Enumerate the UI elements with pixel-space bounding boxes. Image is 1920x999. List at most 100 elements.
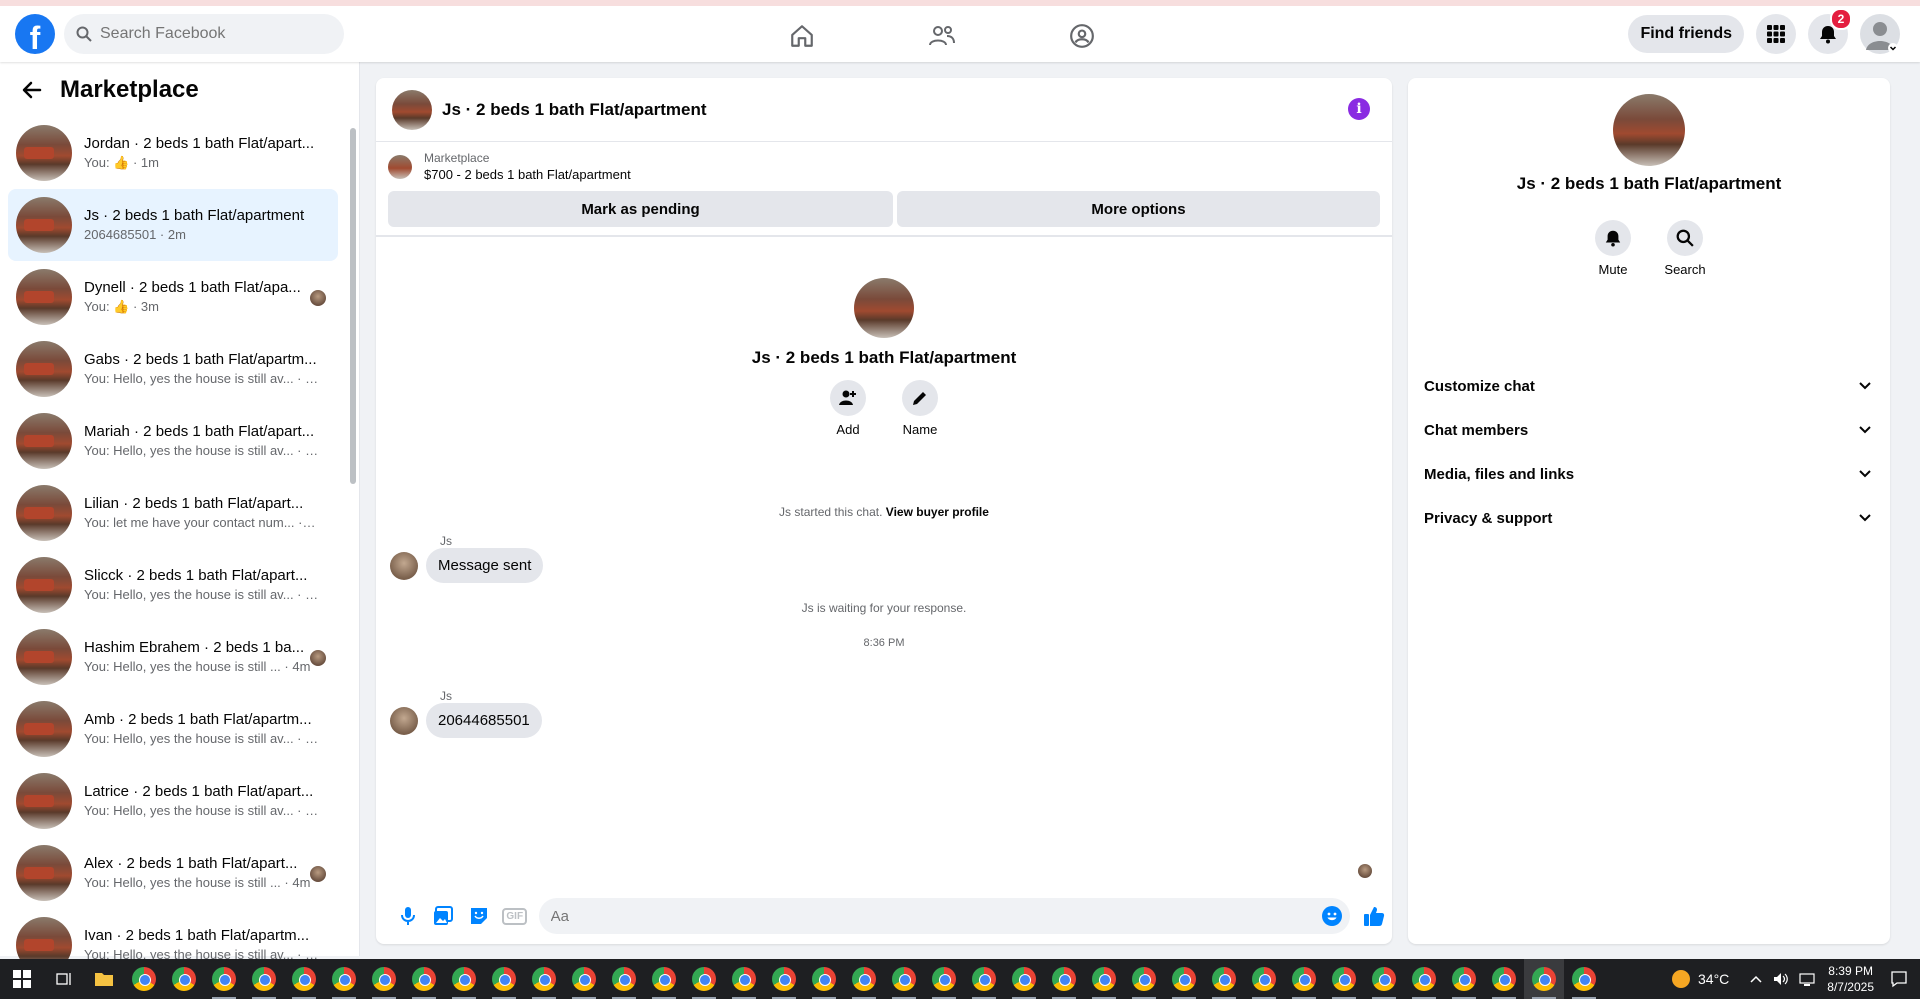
chevron-up-icon[interactable] (1749, 972, 1763, 986)
add-people-button[interactable]: Add (830, 380, 866, 437)
conversation-item[interactable]: Slicck · 2 beds 1 bath Flat/apart... You:… (8, 549, 338, 621)
conversation-name: Amb · 2 beds 1 bath Flat/apartm... (84, 711, 312, 728)
chrome-icon[interactable] (164, 959, 204, 999)
conversation-item[interactable]: Lilian · 2 beds 1 bath Flat/apart... You:… (8, 477, 338, 549)
taskbar-clock[interactable]: 8:39 PM 8/7/2025 (1827, 963, 1874, 995)
chrome-icon[interactable] (964, 959, 1004, 999)
back-arrow-icon[interactable] (20, 78, 44, 102)
chrome-icon[interactable] (244, 959, 284, 999)
conversation-item[interactable]: Alex · 2 beds 1 bath Flat/apart... You: H… (8, 837, 338, 909)
chat-header-thumbnail[interactable] (392, 89, 432, 130)
conversation-item[interactable]: Hashim Ebrahem · 2 beds 1 ba... You: Hell… (8, 621, 338, 693)
search-input[interactable] (100, 25, 320, 43)
chrome-icon[interactable] (484, 959, 524, 999)
emoji-icon[interactable] (1322, 906, 1343, 926)
chrome-icon[interactable] (1364, 959, 1404, 999)
more-options-button[interactable]: More options (896, 191, 1380, 227)
chrome-icon[interactable] (1324, 959, 1364, 999)
chrome-icon[interactable] (1164, 959, 1204, 999)
thumbs-up-icon[interactable] (1356, 898, 1392, 934)
windows-start-icon[interactable] (0, 959, 44, 999)
task-view-icon[interactable] (44, 959, 84, 999)
sender-avatar[interactable] (390, 706, 418, 735)
listing-summary[interactable]: Marketplace $700 - 2 beds 1 bath Flat/ap… (388, 150, 1380, 183)
customize-chat-item[interactable]: Customize chat (1416, 364, 1882, 408)
menu-button[interactable] (1756, 14, 1796, 54)
privacy-support-item[interactable]: Privacy & support (1416, 496, 1882, 540)
chrome-icon[interactable] (324, 959, 364, 999)
friends-icon[interactable] (920, 14, 964, 58)
chrome-icon[interactable] (844, 959, 884, 999)
chrome-icon[interactable] (1524, 959, 1564, 999)
mark-pending-button[interactable]: Mark as pending (388, 191, 893, 227)
chrome-icon[interactable] (1004, 959, 1044, 999)
conversation-item[interactable]: Amb · 2 beds 1 bath Flat/apartm... You: H… (8, 693, 338, 765)
chrome-icon[interactable] (1124, 959, 1164, 999)
conversation-item[interactable]: Js · 2 beds 1 bath Flat/apartment 2064685… (8, 189, 338, 261)
add-person-icon (839, 390, 856, 405)
chrome-icon[interactable] (804, 959, 844, 999)
facebook-logo[interactable]: f (15, 14, 55, 54)
chrome-icon[interactable] (1084, 959, 1124, 999)
info-icon[interactable]: i (1348, 98, 1370, 120)
chrome-icon[interactable] (124, 959, 164, 999)
gif-icon[interactable]: GIF (497, 898, 533, 934)
conversation-item[interactable]: Gabs · 2 beds 1 bath Flat/apartm... You: … (8, 333, 338, 405)
find-friends-button[interactable]: Find friends (1628, 15, 1744, 53)
message-input[interactable] (550, 907, 1311, 925)
sidebar-scrollbar[interactable] (348, 114, 358, 954)
chrome-icon[interactable] (204, 959, 244, 999)
chrome-icon[interactable] (284, 959, 324, 999)
conversation-item[interactable]: Mariah · 2 beds 1 bath Flat/apart... You:… (8, 405, 338, 477)
chrome-icon[interactable] (404, 959, 444, 999)
page-scrollbar[interactable] (1906, 62, 1920, 956)
microphone-icon[interactable] (390, 898, 426, 934)
media-files-links-item[interactable]: Media, files and links (1416, 452, 1882, 496)
sticker-icon[interactable] (461, 898, 497, 934)
chrome-icon[interactable] (884, 959, 924, 999)
photo-icon[interactable] (426, 898, 462, 934)
chat-title[interactable]: Js · 2 beds 1 bath Flat/apartment (442, 100, 707, 120)
chrome-icon[interactable] (724, 959, 764, 999)
chrome-icon[interactable] (604, 959, 644, 999)
chrome-icon[interactable] (1044, 959, 1084, 999)
chrome-icon[interactable] (444, 959, 484, 999)
chrome-icon[interactable] (1484, 959, 1524, 999)
chrome-icon[interactable] (1444, 959, 1484, 999)
conversation-item[interactable]: Latrice · 2 beds 1 bath Flat/apart... You… (8, 765, 338, 837)
chrome-icon[interactable] (644, 959, 684, 999)
groups-icon[interactable] (1060, 14, 1104, 58)
network-icon[interactable] (1799, 971, 1815, 987)
chrome-icon[interactable] (524, 959, 564, 999)
sender-avatar[interactable] (390, 551, 418, 580)
chrome-icon[interactable] (1564, 959, 1604, 999)
message-bubble[interactable]: 20644685501 (426, 703, 542, 738)
notification-center-icon[interactable] (1890, 970, 1908, 988)
chat-members-item[interactable]: Chat members (1416, 408, 1882, 452)
volume-icon[interactable] (1773, 971, 1789, 987)
chrome-icon[interactable] (1204, 959, 1244, 999)
chrome-icon[interactable] (1244, 959, 1284, 999)
notifications-button[interactable]: 2 (1808, 8, 1852, 54)
chrome-icon[interactable] (364, 959, 404, 999)
home-icon[interactable] (780, 14, 824, 58)
mute-button[interactable]: Mute (1595, 220, 1631, 277)
weather-widget[interactable]: 34°C (1672, 970, 1729, 988)
conversation-item[interactable]: Jordan · 2 beds 1 bath Flat/apart... You:… (8, 117, 338, 189)
chrome-icon[interactable] (564, 959, 604, 999)
scrollbar-thumb[interactable] (350, 128, 356, 484)
chrome-icon[interactable] (684, 959, 724, 999)
search-box[interactable] (64, 14, 344, 54)
chrome-icon[interactable] (1404, 959, 1444, 999)
message-bubble[interactable]: Message sent (426, 548, 544, 583)
view-buyer-profile-link[interactable]: View buyer profile (886, 505, 989, 519)
name-chat-button[interactable]: Name (902, 380, 938, 437)
message-input-box[interactable] (538, 898, 1351, 934)
chrome-icon[interactable] (924, 959, 964, 999)
chrome-icon[interactable] (764, 959, 804, 999)
conversation-item[interactable]: Dynell · 2 beds 1 bath Flat/apa... You: 👍… (8, 261, 338, 333)
file-explorer-icon[interactable] (84, 959, 124, 999)
account-avatar[interactable] (1860, 14, 1900, 54)
search-chat-button[interactable]: Search (1664, 220, 1706, 277)
chrome-icon[interactable] (1284, 959, 1324, 999)
